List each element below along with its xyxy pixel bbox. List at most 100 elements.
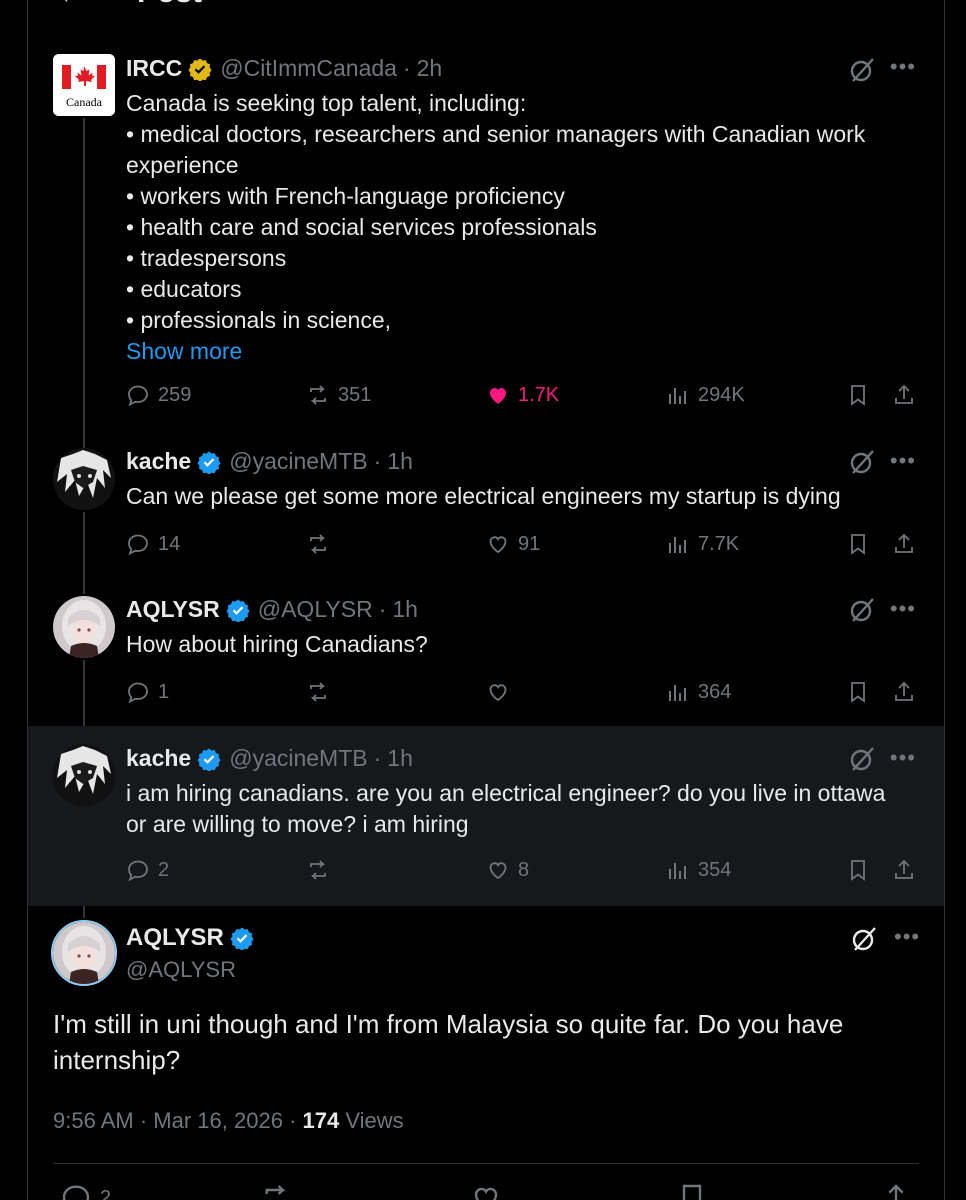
bookmark-button[interactable] (846, 383, 870, 407)
author-name[interactable]: AQLYSR (126, 596, 220, 623)
reply-button[interactable]: 2 (126, 858, 169, 882)
share-button[interactable] (892, 858, 916, 882)
views-button[interactable]: 364 (666, 680, 731, 704)
tweet-kache-2[interactable]: kache @yacineMTB · 1h ••• i am hiring ca… (28, 726, 944, 906)
dot-separator: · (378, 596, 387, 622)
verified-badge-icon (230, 927, 254, 950)
avatar-label: Canada (66, 95, 103, 109)
grok-icon[interactable] (848, 56, 876, 84)
dot-separator: · (373, 745, 382, 771)
bookmark-button[interactable] (846, 532, 870, 556)
like-count: 8 (518, 858, 530, 881)
post-time[interactable]: 1h (387, 448, 413, 475)
more-options-icon[interactable]: ••• (890, 448, 916, 474)
verified-badge-icon (197, 451, 221, 474)
reply-count: 1 (158, 680, 170, 703)
share-icon (895, 681, 913, 701)
repost-button[interactable] (306, 532, 330, 556)
more-options-icon[interactable]: ••• (890, 54, 916, 80)
arrow-left-icon[interactable]: ← (57, 0, 85, 10)
reply-icon (62, 1185, 90, 1200)
repost-button[interactable] (260, 1182, 292, 1200)
avatar[interactable]: Canada (53, 54, 115, 116)
dot-separator: · (289, 1108, 303, 1133)
share-button[interactable] (892, 680, 916, 704)
like-button[interactable]: 91 (486, 532, 540, 556)
reply-count: 259 (158, 383, 192, 406)
share-button[interactable] (880, 1182, 912, 1200)
post-date[interactable]: Mar 16, 2026 (153, 1108, 283, 1133)
like-count: 1.7K (518, 383, 560, 406)
tweet-line: • educators (126, 276, 242, 302)
author-name[interactable]: IRCC (126, 55, 182, 82)
author-name[interactable]: kache (126, 745, 191, 772)
tweet-line: • workers with French-language proficien… (126, 183, 565, 209)
grok-icon[interactable] (848, 596, 876, 624)
grok-icon[interactable] (848, 448, 876, 476)
share-button[interactable] (892, 383, 916, 407)
share-icon (888, 1184, 904, 1200)
repost-icon (265, 1185, 286, 1195)
gold-verified-badge-icon (188, 58, 212, 81)
grok-icon[interactable] (848, 745, 876, 773)
repost-button[interactable] (306, 680, 330, 704)
avatar[interactable] (53, 448, 115, 510)
post-header: ← Post (27, 0, 945, 10)
main-post-avatar[interactable] (51, 920, 117, 986)
reply-button[interactable]: 259 (126, 383, 191, 407)
like-button[interactable]: 1.7K (486, 383, 559, 407)
views-button[interactable]: 294K (666, 383, 745, 407)
repost-button[interactable] (306, 858, 330, 882)
author-handle[interactable]: @CitImmCanada (220, 55, 397, 82)
author-name[interactable]: kache (126, 448, 191, 475)
tweet-kache-1[interactable]: kache @yacineMTB · 1h ••• Can we please … (28, 440, 944, 586)
author-handle[interactable]: @yacineMTB (229, 745, 367, 772)
reply-button[interactable]: 14 (126, 532, 180, 556)
bookmark-icon (851, 860, 865, 881)
tweet-ircc[interactable]: Canada IRCC @CitImmCanada · 2h ••• Canad… (28, 40, 944, 440)
reply-button[interactable]: 1 (126, 680, 169, 704)
tweet-line: • tradespersons (126, 245, 287, 271)
show-more-link[interactable]: Show more (126, 336, 904, 367)
post-time[interactable]: 1h (387, 745, 413, 772)
views-button[interactable]: 7.7K (666, 532, 739, 556)
reply-count: 2 (100, 1186, 112, 1200)
avatar[interactable] (53, 744, 115, 806)
post-time[interactable]: 9:56 AM (53, 1108, 134, 1133)
avatar[interactable] (53, 596, 115, 658)
main-author-name[interactable]: AQLYSR (126, 924, 224, 952)
views-label: Views (345, 1108, 404, 1133)
views-icon (669, 537, 686, 553)
views-icon (669, 685, 686, 701)
reply-count: 14 (158, 532, 181, 555)
repost-icon (310, 385, 326, 405)
heart-icon (474, 1187, 498, 1200)
repost-button[interactable]: 351 (306, 383, 371, 407)
more-options-icon[interactable]: ••• (890, 745, 916, 771)
views-count: 364 (698, 680, 732, 703)
bookmark-button[interactable] (846, 858, 870, 882)
share-button[interactable] (892, 532, 916, 556)
post-time[interactable]: 2h (417, 55, 443, 82)
bookmark-button[interactable] (676, 1182, 708, 1200)
reply-button[interactable]: 2 (60, 1182, 111, 1200)
tweet-line: • health care and social services profes… (126, 214, 597, 240)
author-handle[interactable]: @AQLYSR (258, 596, 373, 623)
author-handle[interactable]: @yacineMTB (229, 448, 367, 475)
more-options-icon[interactable]: ••• (894, 924, 920, 950)
reply-icon (128, 682, 148, 704)
like-button[interactable] (470, 1182, 502, 1200)
bookmark-button[interactable] (846, 680, 870, 704)
post-time[interactable]: 1h (392, 596, 418, 623)
more-options-icon[interactable]: ••• (890, 596, 916, 622)
tweet-aqlysr-1[interactable]: AQLYSR @AQLYSR · 1h ••• How about hiring… (28, 588, 944, 724)
share-icon (895, 859, 913, 879)
main-author-handle[interactable]: @AQLYSR (126, 957, 236, 983)
views-button[interactable]: 354 (666, 858, 731, 882)
bookmark-icon (851, 682, 865, 703)
grok-icon[interactable] (850, 925, 878, 953)
tweet-line: • professionals in science, (126, 307, 392, 333)
like-button[interactable]: 8 (486, 858, 529, 882)
like-button[interactable] (486, 680, 510, 704)
reply-count: 2 (158, 858, 170, 881)
